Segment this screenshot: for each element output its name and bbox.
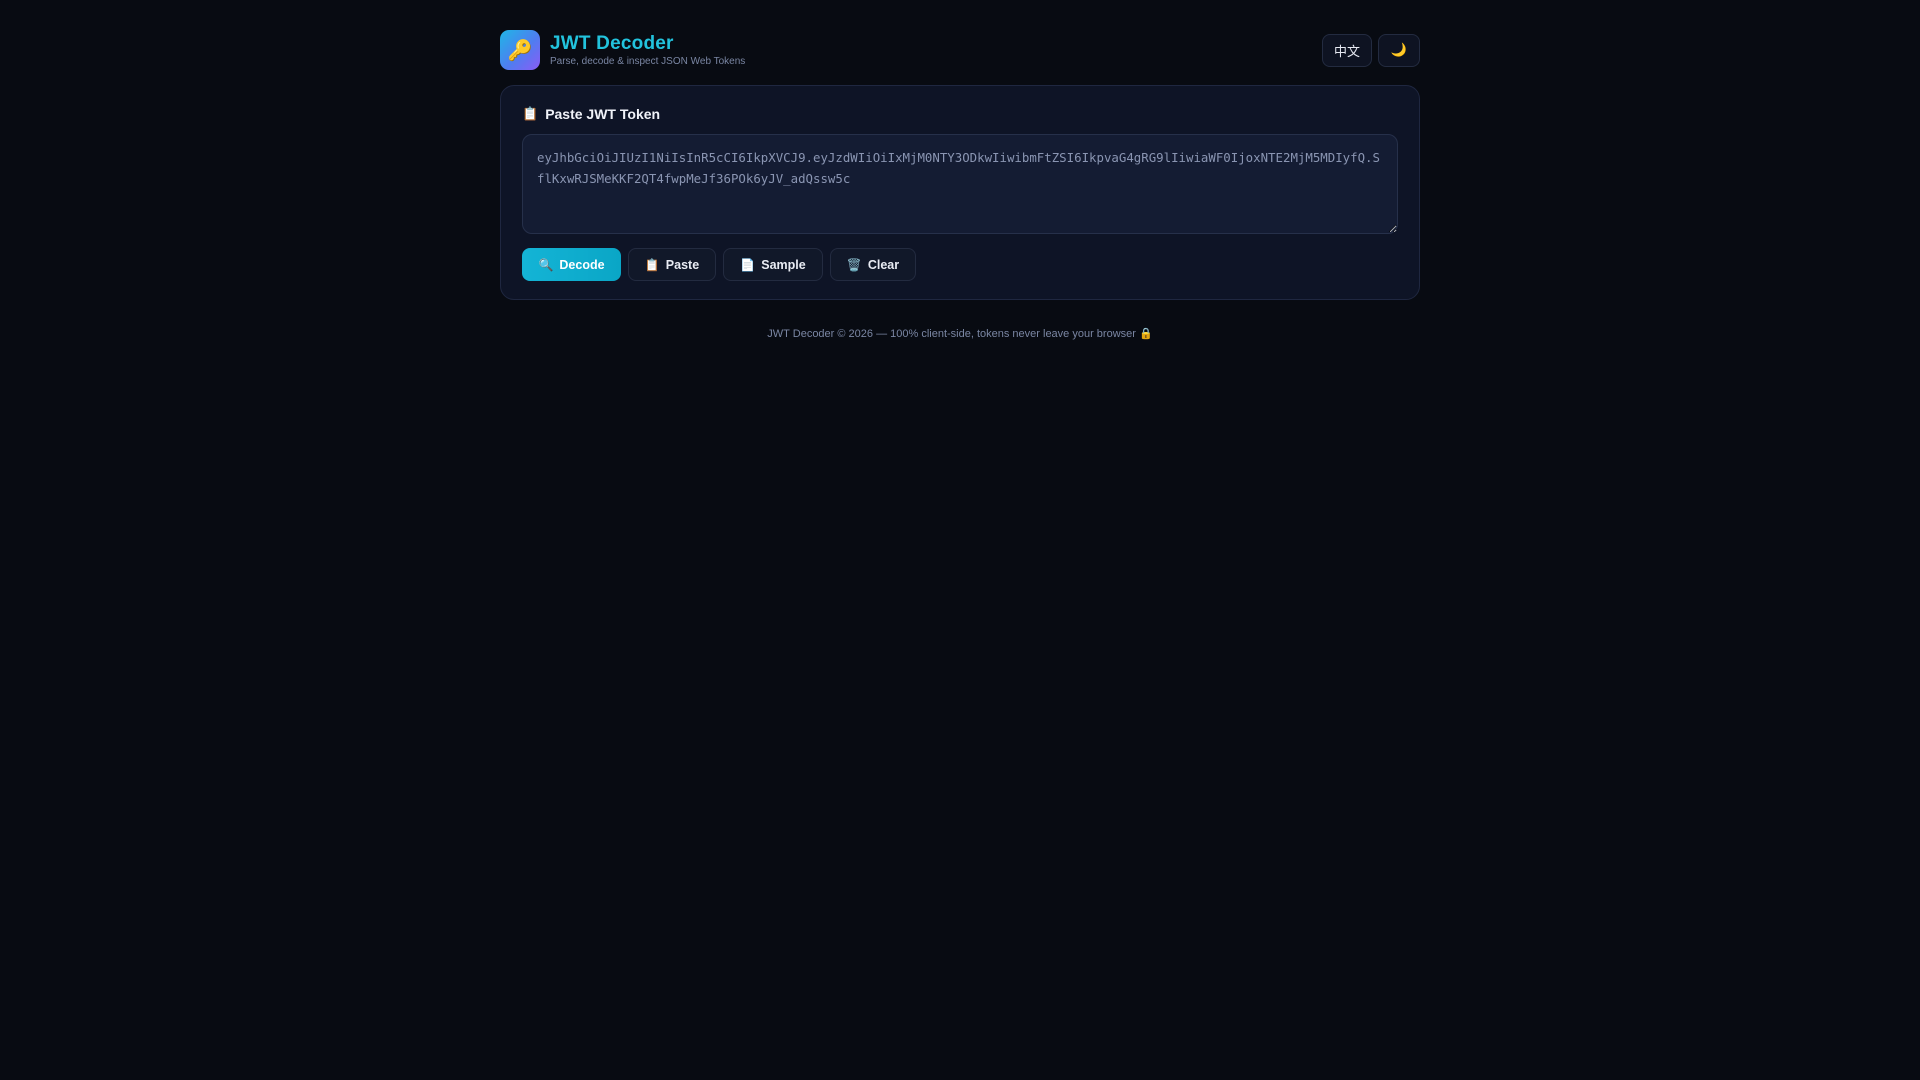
paste-button[interactable]: 📋 Paste xyxy=(628,248,716,281)
logo-glyph: 🔑 xyxy=(507,38,533,62)
sample-label: Sample xyxy=(761,257,806,272)
card-title: 📋 Paste JWT Token xyxy=(522,106,660,122)
language-label: 中文 xyxy=(1333,45,1360,60)
decode-button[interactable]: 🔍 Decode xyxy=(522,248,621,281)
key-icon: 🔑 xyxy=(500,30,540,70)
language-toggle-button[interactable]: 中文 xyxy=(1322,34,1372,67)
clear-label: Clear xyxy=(867,257,900,272)
paste-label: Paste xyxy=(665,257,700,272)
token-input-card: 📋 Paste JWT Token 🔍 Decode 📋 Paste 📄 Sam… xyxy=(500,85,1420,300)
theme-toggle-button[interactable]: 🌙 xyxy=(1378,34,1420,67)
card-title-label: Paste JWT Token xyxy=(545,106,661,122)
app-title: JWT Decoder xyxy=(550,33,674,54)
jwt-token-input[interactable] xyxy=(522,134,1398,234)
document-icon: 📄 xyxy=(740,257,756,272)
header: 🔑 JWT Decoder Parse, decode & inspect JS… xyxy=(500,30,1420,70)
app-subtitle: Parse, decode & inspect JSON Web Tokens xyxy=(550,56,746,67)
clipboard-icon: 📋 xyxy=(522,106,539,122)
clear-button[interactable]: 🗑️ Clear xyxy=(830,248,916,281)
footer-text: JWT Decoder © 2026 — 100% client-side, t… xyxy=(767,328,1136,340)
clipboard-icon: 📋 xyxy=(644,257,660,272)
lock-icon: 🔒 xyxy=(1139,327,1153,340)
moon-icon: 🌙 xyxy=(1390,43,1408,58)
footer: JWT Decoder © 2026 — 100% client-side, t… xyxy=(500,327,1420,340)
trash-icon: 🗑️ xyxy=(846,257,862,272)
sample-button[interactable]: 📄 Sample xyxy=(723,248,823,281)
decode-label: Decode xyxy=(559,257,605,272)
search-icon: 🔍 xyxy=(538,257,554,272)
